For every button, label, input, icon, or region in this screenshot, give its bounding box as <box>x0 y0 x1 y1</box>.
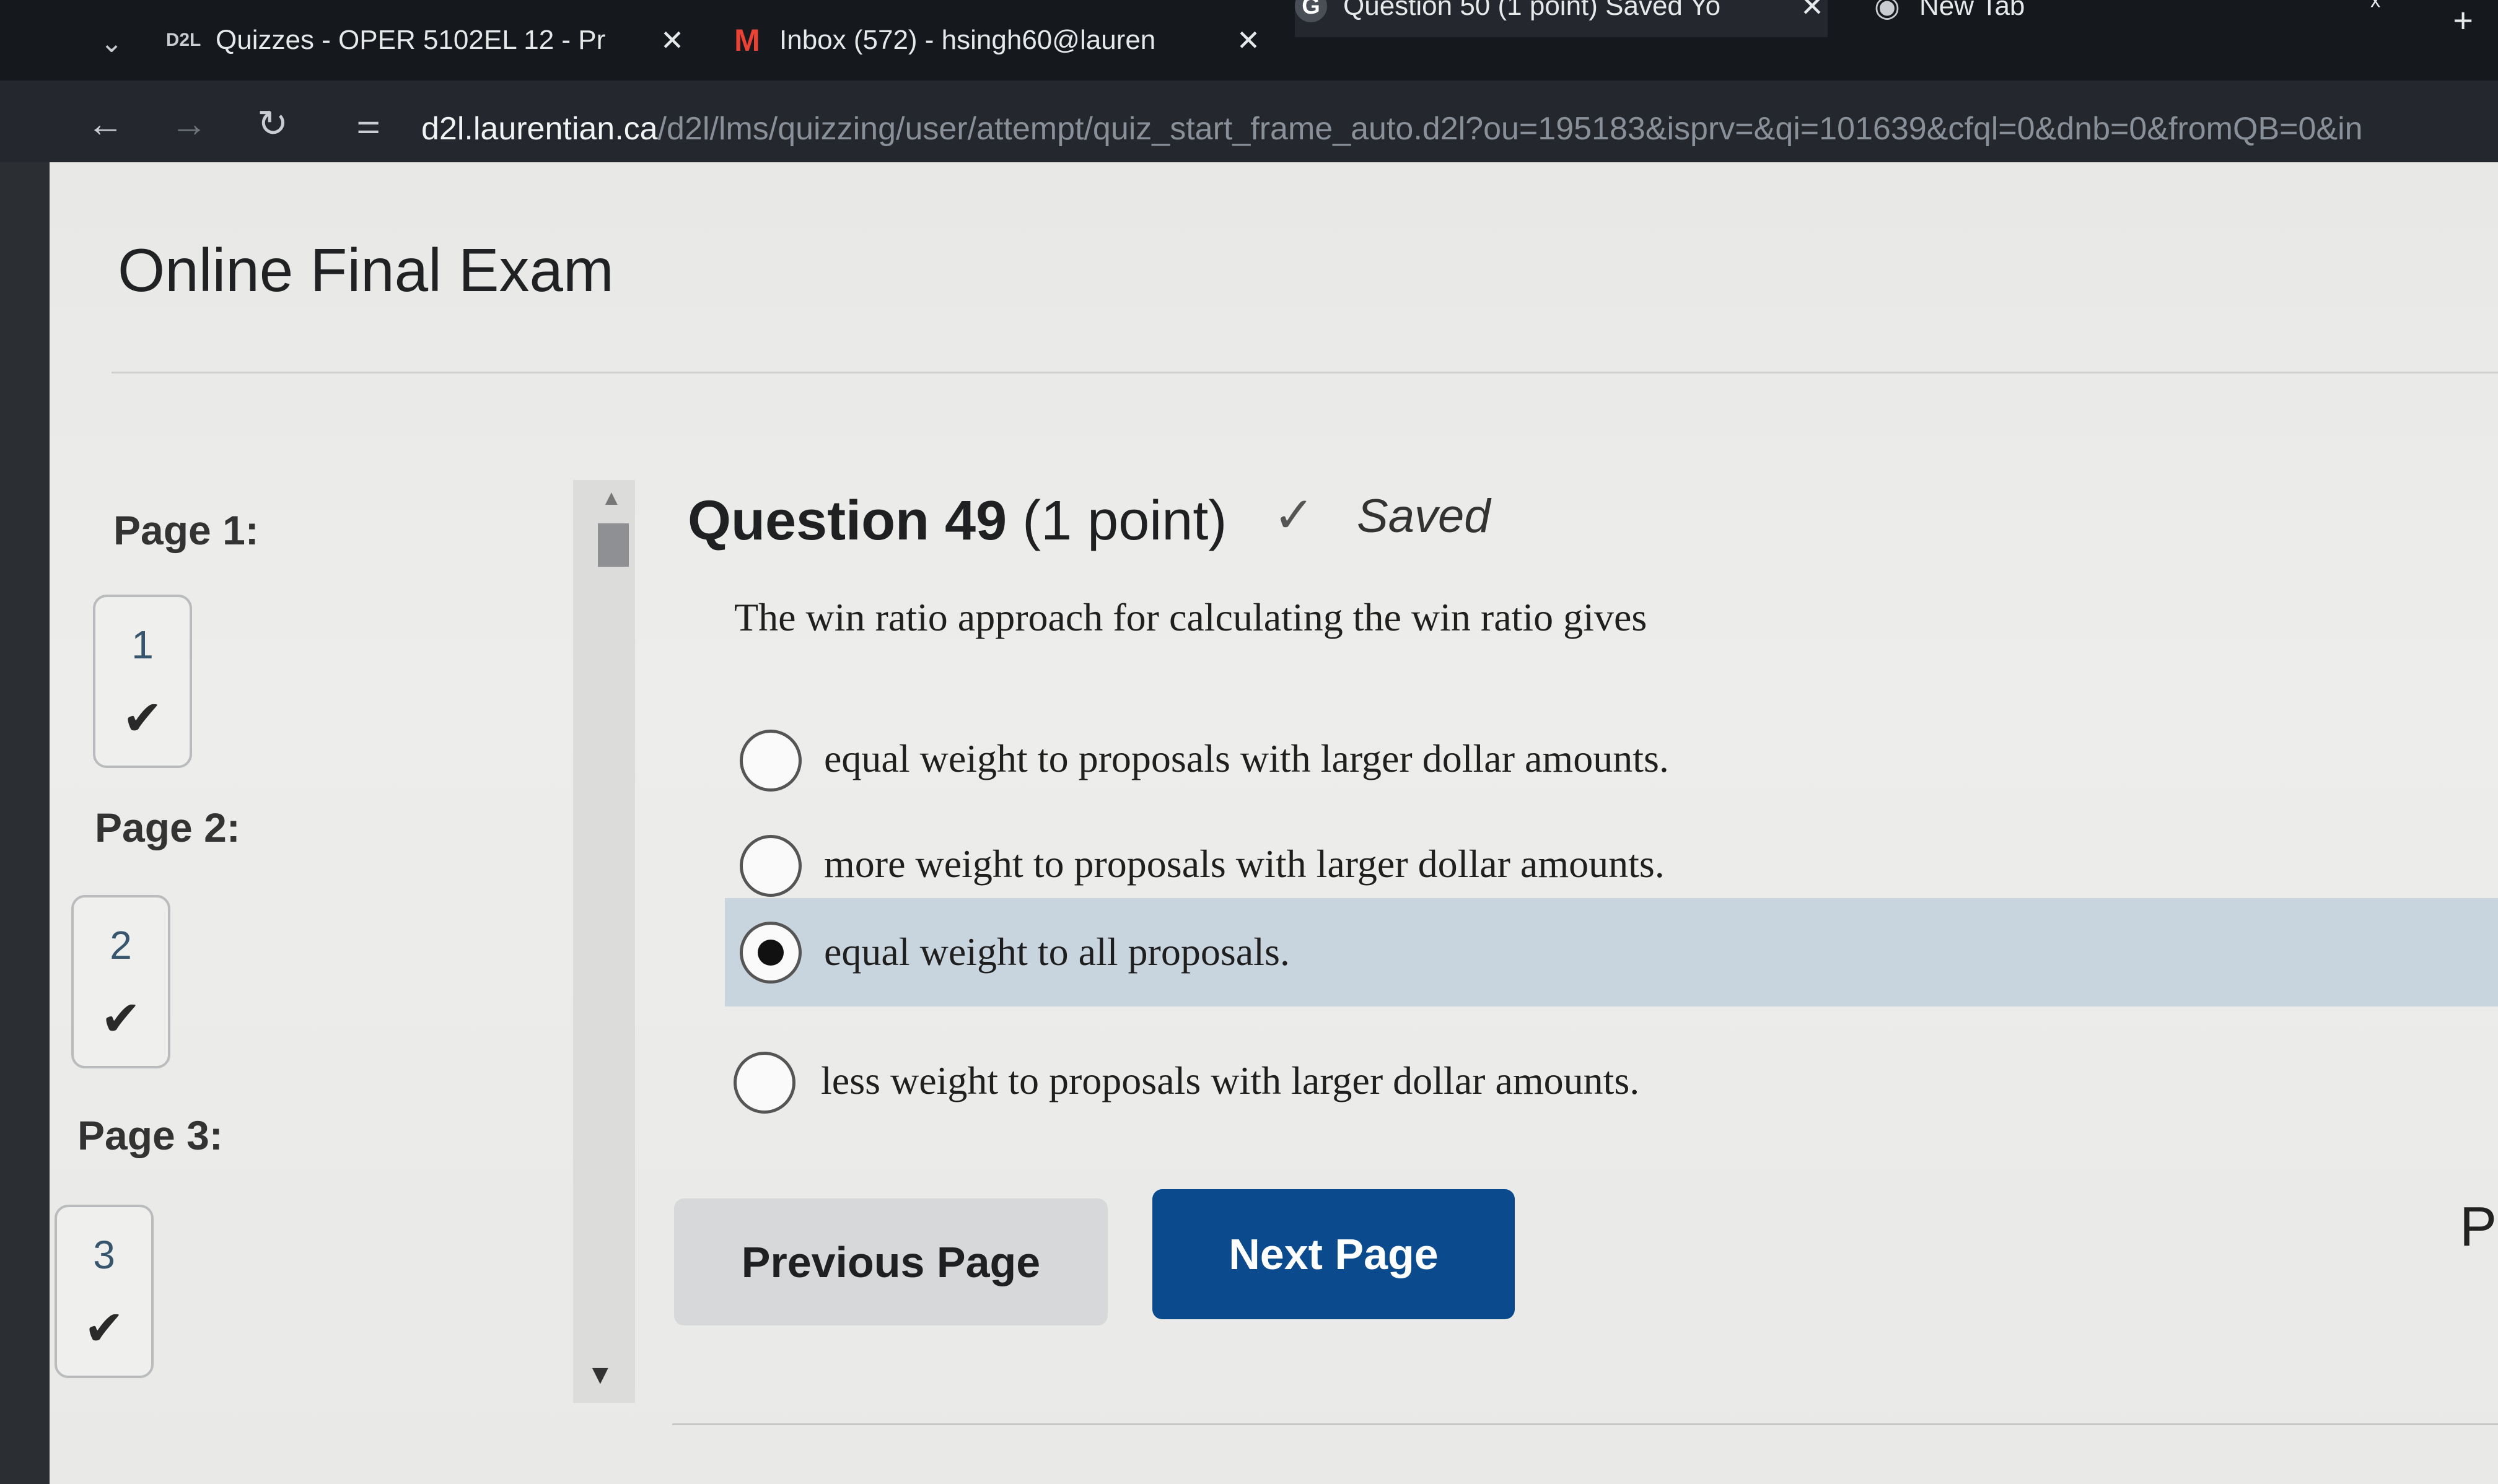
previous-page-button[interactable]: Previous Page <box>674 1198 1108 1325</box>
answer-option[interactable]: less weight to proposals with larger dol… <box>725 1034 2498 1127</box>
radio-button[interactable] <box>740 835 802 897</box>
answer-option-text: more weight to proposals with larger dol… <box>824 842 1665 886</box>
close-tab-icon[interactable]: ✕ <box>657 24 688 57</box>
answer-option-selected[interactable]: equal weight to all proposals. <box>725 898 2498 1006</box>
question-number: 1 <box>131 622 154 667</box>
address-toolbar: ← → ↻ ⚌ d2l.laurentian.ca/d2l/lms/quizzi… <box>0 81 2498 162</box>
scroll-down-arrow-icon[interactable]: ▼ <box>587 1360 614 1390</box>
tab-label: Quizzes - OPER 5102EL 12 - Pr <box>216 25 606 55</box>
question-text: The win ratio approach for calculating t… <box>734 595 1647 639</box>
gmail-icon: M <box>734 23 760 58</box>
page-2-label: Page 2: <box>95 805 240 850</box>
question-heading: Question 49 (1 point) <box>688 489 1227 553</box>
tab-quizzes[interactable]: D2L Quizzes - OPER 5102EL 12 - Pr ✕ <box>167 0 688 81</box>
bottom-divider <box>672 1423 2498 1425</box>
close-tab-icon[interactable]: ✕ <box>1233 24 1264 57</box>
partial-text: P <box>2460 1196 2497 1258</box>
answered-check-icon: ✔ <box>100 991 141 1045</box>
radio-button[interactable] <box>734 1052 795 1114</box>
back-arrow-icon[interactable]: ← <box>81 99 130 149</box>
answer-option[interactable]: more weight to proposals with larger dol… <box>725 818 2498 910</box>
tab-label: Question 50 (1 point) Saved Yo <box>1343 0 1721 21</box>
answered-check-icon: ✔ <box>84 1301 125 1355</box>
close-tab-icon[interactable]: ✕ <box>1797 0 1828 23</box>
saved-status: Saved <box>1357 490 1491 543</box>
radio-button[interactable] <box>740 730 802 792</box>
tab-strip: ⌄ D2L Quizzes - OPER 5102EL 12 - Pr ✕ M … <box>0 0 2498 81</box>
d2l-icon: D2L <box>167 30 201 50</box>
tab-search-chevron-icon[interactable]: ⌄ <box>93 25 130 62</box>
tab-new-tab[interactable]: ◉ New Tab <box>1871 0 2119 37</box>
page-3-label: Page 3: <box>77 1112 223 1158</box>
address-bar[interactable]: d2l.laurentian.ca/d2l/lms/quizzing/user/… <box>421 110 2363 147</box>
radio-selected-dot <box>758 940 784 966</box>
reload-icon[interactable]: ↻ <box>248 99 297 149</box>
saved-check-icon: ✓ <box>1273 487 1315 543</box>
browser-chrome: ⌄ D2L Quizzes - OPER 5102EL 12 - Pr ✕ M … <box>0 0 2498 162</box>
window-minimize-icon[interactable]: ˣ <box>2370 0 2380 22</box>
answer-option-text: equal weight to proposals with larger do… <box>824 736 1669 780</box>
scrollbar-thumb[interactable] <box>598 523 629 567</box>
question-number: 3 <box>93 1233 115 1277</box>
question-points: (1 point) <box>1022 490 1227 552</box>
chrome-icon: ◉ <box>1874 0 1900 23</box>
scroll-up-arrow-icon[interactable]: ▲ <box>601 486 622 510</box>
page-title: Online Final Exam <box>118 236 614 304</box>
title-divider <box>112 372 2498 373</box>
answer-option-text: equal weight to all proposals. <box>824 930 1290 974</box>
sidebar-scrollbar[interactable]: ▲ ▼ <box>573 480 635 1403</box>
tab-label: Inbox (572) - hsingh60@lauren <box>779 25 1156 55</box>
question-nav-1[interactable]: 1 ✔ <box>93 595 192 768</box>
tab-label: New Tab <box>1919 0 2025 21</box>
site-info-icon[interactable]: ⚌ <box>356 108 393 146</box>
question-number: 2 <box>110 923 132 967</box>
question-nav-2[interactable]: 2 ✔ <box>71 895 170 1068</box>
tab-inbox[interactable]: M Inbox (572) - hsingh60@lauren ✕ <box>731 0 1264 81</box>
answer-option[interactable]: equal weight to proposals with larger do… <box>725 712 2498 805</box>
question-nav-3[interactable]: 3 ✔ <box>55 1205 154 1378</box>
question-number: Question 49 <box>688 490 1007 552</box>
forward-arrow-icon[interactable]: → <box>164 99 214 149</box>
new-tab-plus-icon[interactable]: + <box>2453 0 2473 40</box>
answer-option-text: less weight to proposals with larger dol… <box>821 1058 1640 1102</box>
google-icon: G <box>1295 0 1327 22</box>
next-page-button[interactable]: Next Page <box>1152 1189 1515 1319</box>
tab-question-50[interactable]: G Question 50 (1 point) Saved Yo ✕ <box>1295 0 1828 37</box>
url-path: /d2l/lms/quizzing/user/attempt/quiz_star… <box>657 111 2363 147</box>
window-edge <box>0 162 50 1484</box>
radio-button-selected[interactable] <box>740 922 802 984</box>
url-host: d2l.laurentian.ca <box>421 111 658 147</box>
answered-check-icon: ✔ <box>122 691 163 745</box>
page-1-label: Page 1: <box>113 507 259 553</box>
